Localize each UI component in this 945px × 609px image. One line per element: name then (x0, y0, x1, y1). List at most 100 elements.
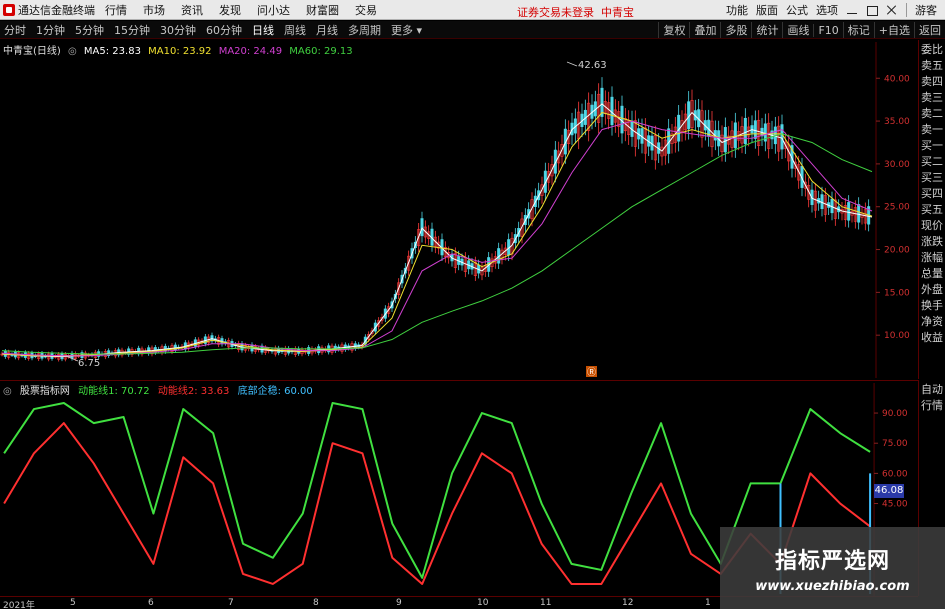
tool-draw[interactable]: 画线 (782, 22, 813, 38)
period-5min[interactable]: 5分钟 (75, 22, 104, 38)
side-change-pct[interactable]: 涨幅 (921, 252, 943, 263)
date-label: 5 (70, 598, 76, 608)
tool-overlay[interactable]: 叠加 (689, 22, 720, 38)
menu-guest[interactable]: 游客 (915, 2, 937, 18)
side-ask5[interactable]: 卖五 (921, 60, 943, 71)
side-bid3[interactable]: 买三 (921, 172, 943, 183)
price-grid (875, 42, 880, 378)
side-bid1[interactable]: 买一 (921, 140, 943, 151)
period-1min[interactable]: 1分钟 (36, 22, 65, 38)
side-bid2[interactable]: 买二 (921, 156, 943, 167)
maximize-icon[interactable] (866, 4, 878, 16)
momentum2-label: 动能线2: 33.63 (157, 386, 230, 397)
price-tick-label: 35.00 (884, 117, 910, 127)
side-turnover[interactable]: 换手 (921, 300, 943, 311)
app-title: 通达信金融终端 (18, 3, 95, 17)
side-ask2[interactable]: 卖二 (921, 108, 943, 119)
side-quote[interactable]: 行情 (921, 400, 943, 411)
menu-formula[interactable]: 公式 (786, 2, 808, 18)
date-label: 2021年 (3, 601, 35, 609)
side-bid5[interactable]: 买五 (921, 204, 943, 215)
tool-adjust[interactable]: 复权 (658, 22, 689, 38)
price-tick-label: 40.00 (884, 74, 910, 84)
login-notice[interactable]: 证券交易未登录 中青宝 (517, 4, 634, 20)
period-intraday[interactable]: 分时 (4, 22, 26, 38)
side-auto[interactable]: 自动 (921, 384, 943, 395)
tool-stats[interactable]: 统计 (751, 22, 782, 38)
indicator-tick-label: 90.00 (882, 409, 908, 419)
period-60min[interactable]: 60分钟 (206, 22, 242, 38)
side-earnings[interactable]: 收益 (921, 332, 943, 343)
side-ask4[interactable]: 卖四 (921, 76, 943, 87)
price-tick-label: 20.00 (884, 246, 910, 256)
price-tick-label: 15.00 (884, 288, 910, 298)
ma-line-ma60 (1, 133, 873, 355)
minimize-icon[interactable] (846, 4, 858, 16)
candle-body (610, 96, 614, 126)
close-icon[interactable] (886, 4, 898, 16)
side-price[interactable]: 现价 (921, 220, 943, 231)
ma-line-ma5 (1, 103, 873, 358)
menu-trade[interactable]: 交易 (355, 2, 377, 18)
date-label: 6 (148, 598, 154, 608)
ma5-label: MA5: 23.83 (83, 46, 141, 57)
menu-discover[interactable]: 发现 (219, 2, 241, 18)
period-weekly[interactable]: 周线 (284, 22, 306, 38)
menu-quotes[interactable]: 行情 (105, 2, 127, 18)
indicator-settings-icon[interactable]: ◎ (3, 386, 12, 397)
period-more[interactable]: 更多 ▾ (391, 22, 422, 38)
side-ask1[interactable]: 卖一 (921, 124, 943, 135)
indicator-name: 股票指标网 (19, 386, 70, 397)
period-multi[interactable]: 多周期 (348, 22, 381, 38)
ma60-label: MA60: 29.13 (289, 46, 353, 57)
side-ask3[interactable]: 卖三 (921, 92, 943, 103)
tool-multi-stock[interactable]: 多股 (720, 22, 751, 38)
divider (906, 3, 907, 17)
ma-line-ma10 (1, 111, 873, 357)
stock-title: 中青宝(日线) (3, 46, 61, 57)
side-net-assets[interactable]: 净资 (921, 316, 943, 327)
tool-add-watchlist[interactable]: +自选 (873, 22, 914, 38)
tool-mark[interactable]: 标记 (842, 22, 874, 38)
menu-function[interactable]: 功能 (726, 2, 748, 18)
indicator-tick-label: 75.00 (882, 439, 908, 449)
side-bid4[interactable]: 买四 (921, 188, 943, 199)
period-monthly[interactable]: 月线 (316, 22, 338, 38)
menu-layout[interactable]: 版面 (756, 2, 778, 18)
price-tick-label: 30.00 (884, 160, 910, 170)
settings-icon[interactable]: ◎ (68, 46, 77, 57)
side-change[interactable]: 涨跌 (921, 236, 943, 247)
date-label: 11 (540, 598, 552, 608)
tool-back[interactable]: 返回 (914, 22, 945, 38)
price-tick-label: 10.00 (884, 331, 910, 341)
indicator-header: ◎ 股票指标网 动能线1: 70.72 动能线2: 33.63 底部企稳: 60… (3, 382, 318, 397)
price-chart[interactable]: 10.00 15.00 20.00 25.00 30.00 35.00 40.00 42.6… (0, 40, 918, 379)
app-logo-icon (3, 3, 15, 16)
side-outer-volume[interactable]: 外盘 (921, 284, 943, 295)
menu-ask[interactable]: 问小达 (257, 2, 290, 18)
period-30min[interactable]: 30分钟 (160, 22, 196, 38)
side-volume[interactable]: 总量 (921, 268, 943, 279)
high-price-label: 42.63 (578, 60, 607, 71)
price-tick-label: 25.00 (884, 203, 910, 213)
menu-market[interactable]: 市场 (143, 2, 165, 18)
moving-average-lines (1, 103, 873, 358)
bottom-stable-label: 底部企稳: 60.00 (237, 386, 313, 397)
side-bid-ratio[interactable]: 委比 (921, 44, 943, 55)
indicator-tick-label: 45.00 (882, 500, 908, 510)
period-daily[interactable]: 日线 (252, 22, 274, 38)
menu-news[interactable]: 资讯 (181, 2, 203, 18)
period-15min[interactable]: 15分钟 (114, 22, 150, 38)
candle-body (857, 204, 861, 223)
period-toolbar: 分时 1分钟 5分钟 15分钟 30分钟 60分钟 日线 周线 月线 多周期 更… (0, 21, 945, 39)
watermark: 指标严选网 www.xuezhibiao.com (720, 527, 945, 609)
title-bar: 通达信金融终端 行情 市场 资讯 发现 问小达 财富圈 交易 证券交易未登录 中… (0, 0, 945, 20)
candle-body (780, 124, 784, 150)
menu-options[interactable]: 选项 (816, 2, 838, 18)
date-label: 10 (477, 598, 489, 608)
indicator-tick-label: 60.00 (882, 469, 908, 479)
candle-body (723, 127, 727, 153)
tool-f10[interactable]: F10 (813, 23, 842, 37)
menu-wealth[interactable]: 财富圈 (306, 2, 339, 18)
date-label: 9 (396, 598, 402, 608)
